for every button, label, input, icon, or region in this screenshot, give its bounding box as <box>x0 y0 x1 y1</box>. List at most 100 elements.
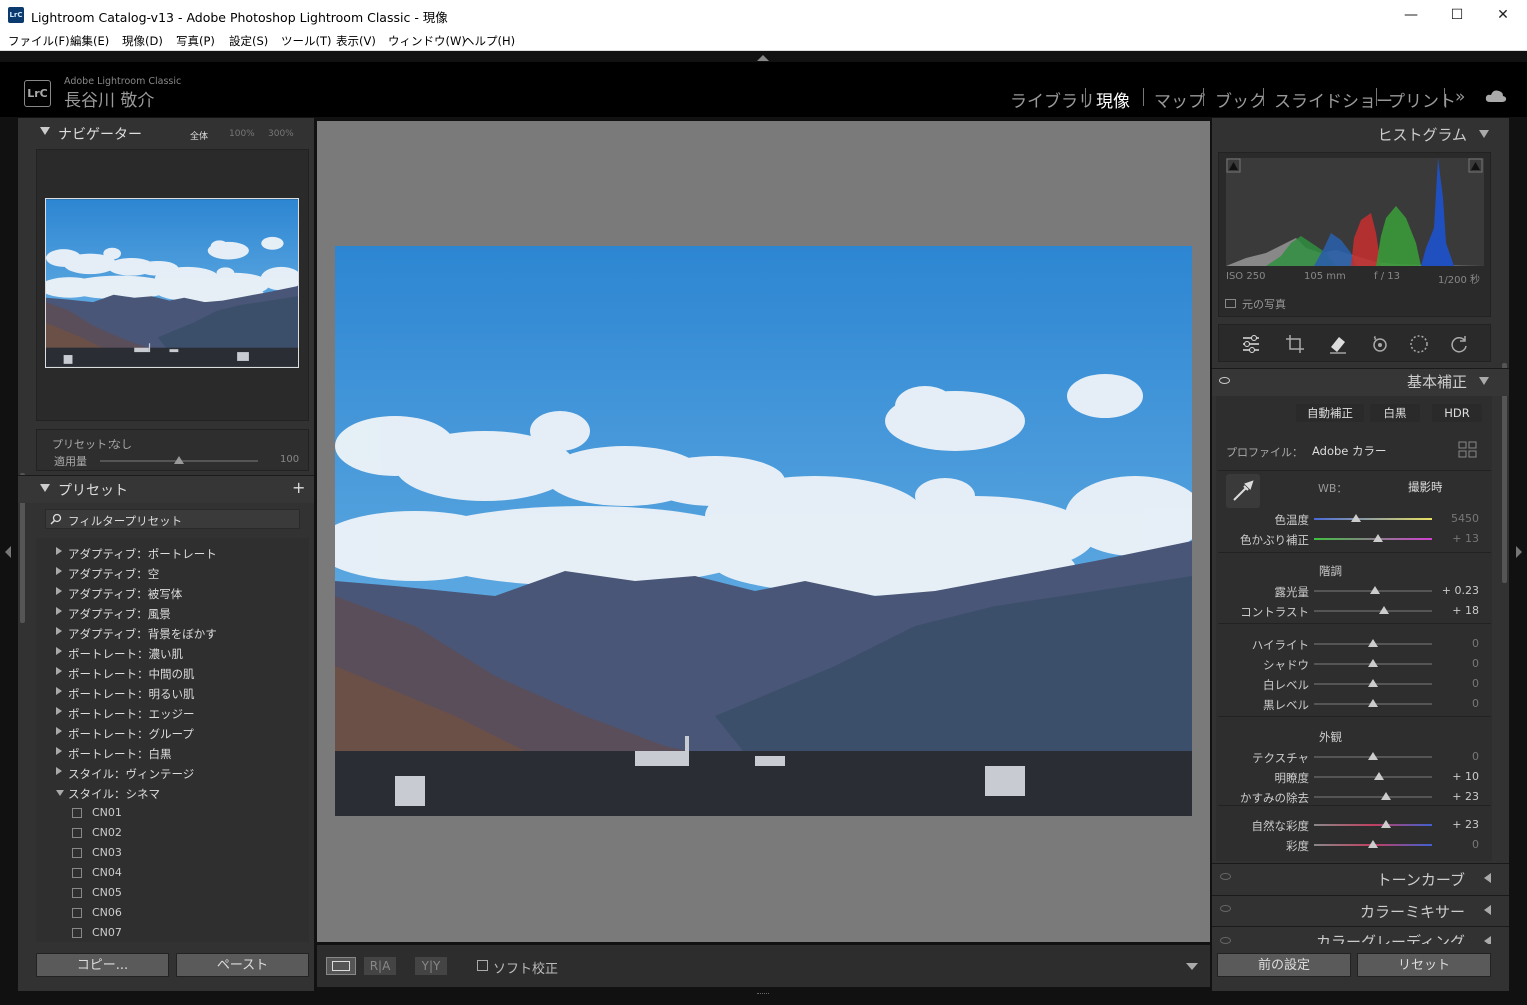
group-expand-icon[interactable] <box>56 647 62 655</box>
group-collapse-icon[interactable] <box>56 790 64 796</box>
module-library[interactable]: ライブラリ <box>1010 87 1095 112</box>
red-eye-icon[interactable] <box>1369 333 1391 355</box>
slider-track[interactable] <box>1314 752 1432 760</box>
preset-group[interactable]: ポートレート：明るい肌 <box>36 683 306 703</box>
color-mixer-expand-icon[interactable] <box>1484 905 1491 915</box>
preset-item[interactable]: CN03 <box>36 843 306 863</box>
basic-collapse-icon[interactable] <box>1479 377 1489 385</box>
module-print[interactable]: プリント <box>1388 87 1456 112</box>
slider-knob[interactable] <box>1368 659 1378 667</box>
histogram-graph[interactable] <box>1226 158 1484 266</box>
zoom-fit-option[interactable]: 全体 <box>190 129 208 142</box>
cloud-icon[interactable] <box>1485 89 1507 103</box>
hdr-button[interactable]: HDR <box>1432 404 1482 422</box>
group-expand-icon[interactable] <box>56 547 62 555</box>
preset-group[interactable]: アダプティブ：被写体 <box>36 583 306 603</box>
eraser-icon[interactable] <box>1327 333 1349 355</box>
collapse-right-panel-arrow[interactable] <box>1516 546 1522 558</box>
presets-collapse-icon[interactable] <box>40 484 50 492</box>
group-expand-icon[interactable] <box>56 687 62 695</box>
preset-group[interactable]: スタイル：ヴィンテージ <box>36 763 306 783</box>
slider-value[interactable]: + 18 <box>1452 604 1479 617</box>
amount-slider[interactable] <box>100 456 258 464</box>
preset-item[interactable]: CN01 <box>36 803 306 823</box>
toolbar-options-dropdown[interactable] <box>1186 963 1198 970</box>
amount-slider-knob[interactable] <box>174 456 184 464</box>
crop-icon[interactable] <box>1284 333 1306 355</box>
slider-knob[interactable] <box>1373 772 1384 780</box>
loupe-view-button[interactable] <box>326 957 356 975</box>
group-expand-icon[interactable] <box>56 667 62 675</box>
slider-track[interactable] <box>1314 586 1432 594</box>
histogram-collapse-icon[interactable] <box>1479 130 1489 138</box>
tone-curve-header[interactable]: トーンカーブ <box>1212 863 1509 891</box>
slider-knob[interactable] <box>1368 639 1378 647</box>
paste-button[interactable]: ペースト <box>176 953 309 977</box>
slider-knob[interactable] <box>1380 792 1391 800</box>
basic-visibility-eye-icon[interactable] <box>1219 377 1230 384</box>
before-after-button[interactable]: R|A <box>364 957 396 975</box>
bw-button[interactable]: 白黒 <box>1370 404 1420 422</box>
preset-group[interactable]: ポートレート：中間の肌 <box>36 663 306 683</box>
module-map[interactable]: マップ <box>1154 87 1205 112</box>
color-grading-eye-icon[interactable] <box>1220 937 1231 944</box>
color-grading-header[interactable]: カラーグレーディング <box>1212 926 1509 944</box>
slider-track[interactable] <box>1314 820 1432 828</box>
group-expand-icon[interactable] <box>56 767 62 775</box>
slider-value[interactable]: + 23 <box>1452 818 1479 831</box>
add-preset-button[interactable]: + <box>292 478 305 497</box>
color-grading-expand-icon[interactable] <box>1484 936 1491 944</box>
collapse-top-panel-arrow[interactable] <box>757 55 769 61</box>
preset-group[interactable]: アダプティブ：背景をぼかす <box>36 623 306 643</box>
slider-value[interactable]: + 10 <box>1452 770 1479 783</box>
navigator-thumbnail[interactable] <box>45 198 299 368</box>
menu-photo[interactable]: 写真(P) <box>176 33 215 49</box>
module-develop[interactable]: 現像 <box>1096 87 1130 112</box>
preset-group[interactable]: ポートレート：濃い肌 <box>36 643 306 663</box>
slider-value[interactable]: 5450 <box>1451 512 1479 525</box>
slider-track[interactable] <box>1314 792 1432 800</box>
color-mixer-header[interactable]: カラーミキサー <box>1212 895 1509 923</box>
slider-track[interactable] <box>1314 534 1432 542</box>
group-expand-icon[interactable] <box>56 627 62 635</box>
preset-group[interactable]: ポートレート：グループ <box>36 723 306 743</box>
right-panel-scrollbar[interactable] <box>1502 363 1507 583</box>
preset-group[interactable]: アダプティブ：ポートレート <box>36 543 306 563</box>
menu-file[interactable]: ファイル(F) <box>8 33 70 49</box>
masking-icon[interactable] <box>1408 333 1430 355</box>
zoom-300-option[interactable]: 300% <box>268 129 294 139</box>
copy-button[interactable]: コピー... <box>36 953 169 977</box>
slider-track[interactable] <box>1314 659 1432 667</box>
slider-value[interactable]: + 23 <box>1452 790 1479 803</box>
slider-value[interactable]: + 13 <box>1452 532 1479 545</box>
before-after-split-button[interactable]: Y|Y <box>415 957 447 975</box>
minimize-button[interactable]: — <box>1388 0 1434 30</box>
auto-button[interactable]: 自動補正 <box>1296 404 1364 422</box>
wb-eyedropper-icon[interactable] <box>1226 474 1260 508</box>
preset-item[interactable]: CN05 <box>36 883 306 903</box>
preset-item[interactable]: CN02 <box>36 823 306 843</box>
tone-curve-expand-icon[interactable] <box>1484 873 1491 883</box>
slider-track[interactable] <box>1314 679 1432 687</box>
menu-window[interactable]: ウィンドウ(W) <box>388 33 466 49</box>
reset-tool-icon[interactable] <box>1448 333 1470 355</box>
main-photo[interactable] <box>335 246 1192 816</box>
edit-sliders-icon[interactable] <box>1240 333 1262 355</box>
menu-settings[interactable]: 設定(S) <box>229 33 268 49</box>
menu-develop[interactable]: 現像(D) <box>122 33 163 49</box>
close-button[interactable]: ✕ <box>1480 0 1526 30</box>
group-expand-icon[interactable] <box>56 747 62 755</box>
slider-track[interactable] <box>1314 699 1432 707</box>
module-more-button[interactable]: » <box>1455 87 1465 107</box>
slider-value[interactable]: 0 <box>1472 750 1479 763</box>
filmstrip-resize-handle[interactable] <box>757 993 769 997</box>
slider-value[interactable]: 0 <box>1472 697 1479 710</box>
collapse-left-panel-arrow[interactable] <box>5 546 11 558</box>
slider-value[interactable]: 0 <box>1472 657 1479 670</box>
slider-knob[interactable] <box>1368 840 1378 848</box>
preset-group[interactable]: ポートレート：白黒 <box>36 743 306 763</box>
soft-proof-checkbox[interactable] <box>477 960 488 971</box>
original-photo-checkbox[interactable] <box>1225 299 1236 308</box>
slider-value[interactable]: + 0.23 <box>1442 584 1479 597</box>
reset-button[interactable]: リセット <box>1357 953 1491 977</box>
